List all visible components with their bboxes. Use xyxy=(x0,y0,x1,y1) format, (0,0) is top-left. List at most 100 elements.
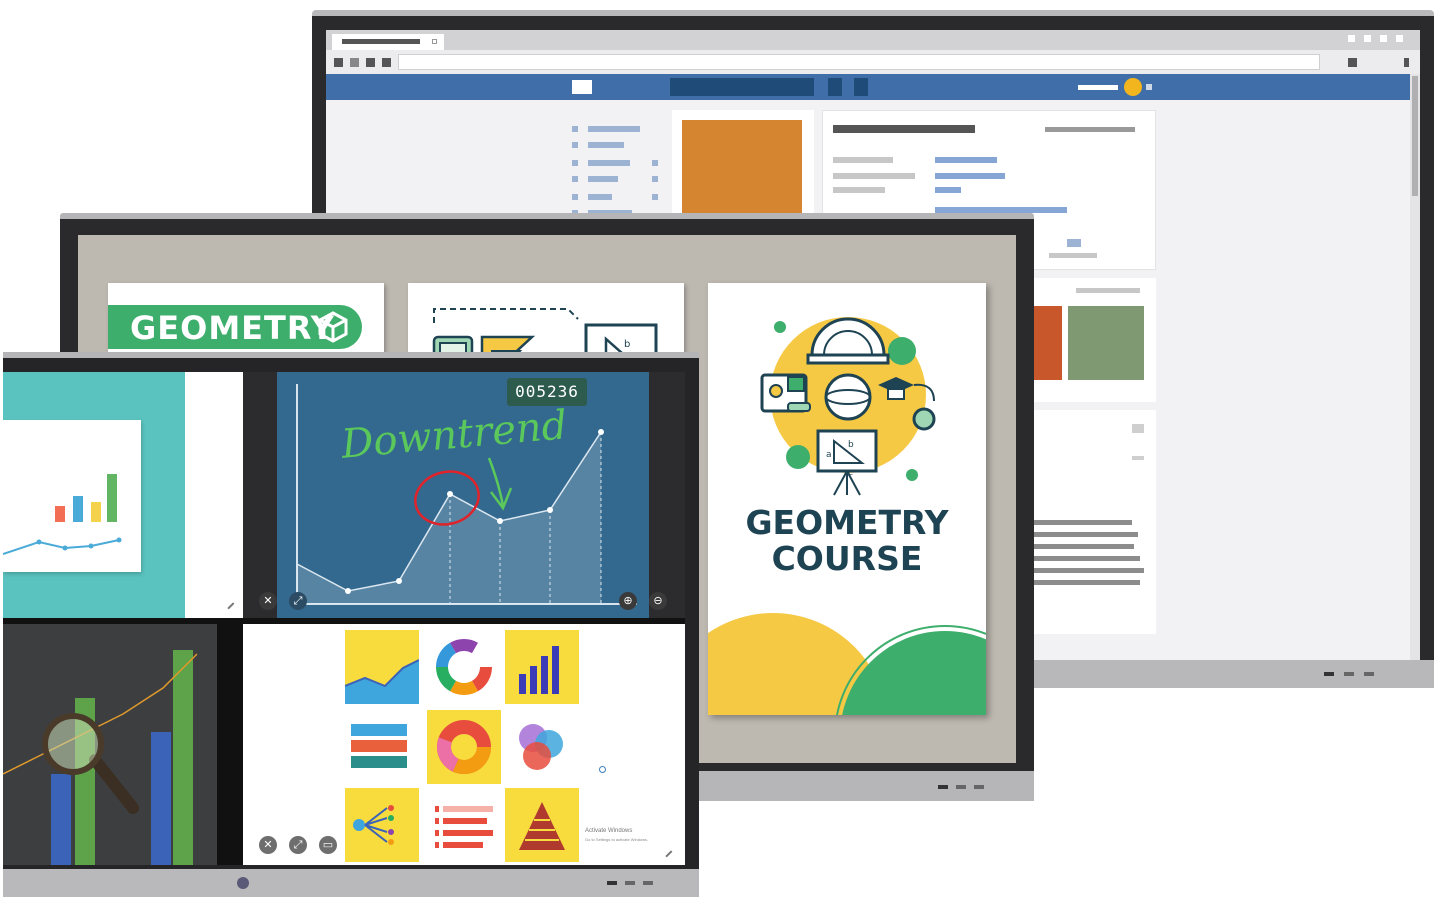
expand-icon[interactable]: ⤢ xyxy=(289,592,307,610)
text-line xyxy=(1022,568,1144,573)
triangle-label-b: b xyxy=(624,339,630,350)
tile-bar-chart[interactable] xyxy=(505,630,579,704)
resize-icon[interactable] xyxy=(227,602,239,614)
user-name-placeholder xyxy=(1078,85,1118,90)
list-bullet xyxy=(572,142,578,148)
card-icon xyxy=(1132,424,1144,433)
text-line xyxy=(1022,532,1138,537)
monitor-button[interactable] xyxy=(938,785,948,789)
card-icon xyxy=(1067,239,1081,247)
card-meta-placeholder xyxy=(1076,288,1140,293)
resize-icon[interactable] xyxy=(665,850,677,862)
monitor-button[interactable] xyxy=(643,881,653,885)
monitor-button[interactable] xyxy=(956,785,966,789)
tile-area-chart[interactable] xyxy=(344,630,420,704)
pane-downtrend[interactable]: Downtrend 005236 ✕ ⤢ ⊕ ⊖ xyxy=(243,372,685,618)
monitor-button[interactable] xyxy=(1324,672,1334,676)
header-search[interactable] xyxy=(670,78,814,96)
field-label xyxy=(833,173,915,179)
address-bar[interactable] xyxy=(398,54,1320,70)
header-button[interactable] xyxy=(854,78,868,96)
color-swatch xyxy=(1068,306,1144,380)
window-minimize-icon[interactable] xyxy=(1348,35,1355,42)
nav-item[interactable] xyxy=(588,160,630,166)
mini-point xyxy=(36,539,42,545)
zoom-in-icon[interactable]: ⊕ xyxy=(619,592,637,610)
geometry-banner-label: GEOMETRY xyxy=(130,309,335,347)
tile-arrow-list[interactable] xyxy=(345,710,419,784)
browser-tab[interactable] xyxy=(332,34,444,50)
chart-area: Downtrend 005236 xyxy=(277,372,649,618)
monitor-button[interactable] xyxy=(625,881,635,885)
scrollbar[interactable] xyxy=(1410,74,1420,660)
mini-bar xyxy=(107,474,117,522)
monitor-chin xyxy=(3,869,699,897)
close-icon[interactable]: ✕ xyxy=(259,836,277,854)
back-icon[interactable] xyxy=(334,58,343,67)
poster-title-line1: GEOMETRY xyxy=(745,503,949,542)
tile-donut-chart[interactable] xyxy=(427,710,501,784)
tab-title-placeholder xyxy=(342,39,420,44)
tile-ring-chart[interactable] xyxy=(427,630,501,704)
mini-bar xyxy=(91,502,101,522)
tile-pyramid-chart[interactable] xyxy=(505,788,579,862)
menu-icon[interactable] xyxy=(1348,58,1357,67)
monitor-button[interactable] xyxy=(974,785,984,789)
geometry-banner: GEOMETRY xyxy=(108,305,362,349)
mini-line xyxy=(3,539,120,555)
monitor-button[interactable] xyxy=(1344,672,1354,676)
zoom-out-icon[interactable]: ⊖ xyxy=(649,592,667,610)
magnifier-chart xyxy=(3,624,243,865)
user-avatar-icon[interactable] xyxy=(1124,78,1142,96)
camera-icon xyxy=(237,877,249,889)
scrollbar-thumb[interactable] xyxy=(1412,76,1418,196)
geometry-course-poster[interactable]: a b c GEOMETRY COURSE xyxy=(708,283,986,715)
field-label xyxy=(833,157,893,163)
header-button[interactable] xyxy=(828,78,842,96)
pane-analytics[interactable] xyxy=(3,372,243,618)
nav-item-action[interactable] xyxy=(652,176,658,182)
field-value-link[interactable] xyxy=(935,173,1005,179)
watermark-title: Activate Windows xyxy=(585,828,633,834)
window-restore-icon[interactable] xyxy=(1380,35,1387,42)
window-close-icon[interactable] xyxy=(1396,35,1403,42)
watermark-subtitle: Go to Settings to activate Windows. xyxy=(585,837,649,842)
forward-icon[interactable] xyxy=(350,58,359,67)
refresh-icon[interactable] xyxy=(366,58,375,67)
text-line xyxy=(1022,580,1140,585)
tab-close-icon[interactable] xyxy=(432,39,437,44)
close-icon[interactable]: ✕ xyxy=(259,592,277,610)
field-value-link[interactable] xyxy=(935,187,961,193)
pane-infographics[interactable]: Activate Windows Go to Settings to activ… xyxy=(243,624,685,865)
home-icon[interactable] xyxy=(382,58,391,67)
more-icon[interactable] xyxy=(1404,58,1409,67)
monitor-button[interactable] xyxy=(607,881,617,885)
list-bullet xyxy=(572,194,578,200)
field-value-link[interactable] xyxy=(935,157,997,163)
tile-network-diagram[interactable] xyxy=(345,788,419,862)
keyboard-icon[interactable]: ▭ xyxy=(319,836,337,854)
nav-item[interactable] xyxy=(588,194,612,200)
nav-item-action[interactable] xyxy=(652,194,658,200)
list-bullet xyxy=(572,176,578,182)
cursor-indicator xyxy=(599,766,606,773)
app-header xyxy=(326,74,1410,100)
expand-icon[interactable]: ⤢ xyxy=(289,836,307,854)
front-display-screen: Downtrend 005236 ✕ ⤢ ⊕ ⊖ Activate Window… xyxy=(3,372,685,865)
poster-title: GEOMETRY COURSE xyxy=(708,505,986,577)
nav-item[interactable] xyxy=(588,142,624,148)
nav-item[interactable] xyxy=(588,176,618,182)
pane-magnifier-chart[interactable] xyxy=(3,624,243,865)
monitor-button[interactable] xyxy=(1364,672,1374,676)
field-label xyxy=(833,187,885,193)
chart-card xyxy=(3,420,141,572)
downtrend-chart xyxy=(296,384,637,605)
tile-list-bars[interactable] xyxy=(427,788,501,862)
chevron-down-icon[interactable] xyxy=(1146,84,1152,90)
card-meta-placeholder xyxy=(1045,127,1135,132)
tile-venn-diagram[interactable] xyxy=(505,710,579,784)
nav-item-action[interactable] xyxy=(652,160,658,166)
app-logo[interactable] xyxy=(572,80,592,94)
window-maximize-icon[interactable] xyxy=(1364,35,1371,42)
nav-item[interactable] xyxy=(588,126,640,132)
